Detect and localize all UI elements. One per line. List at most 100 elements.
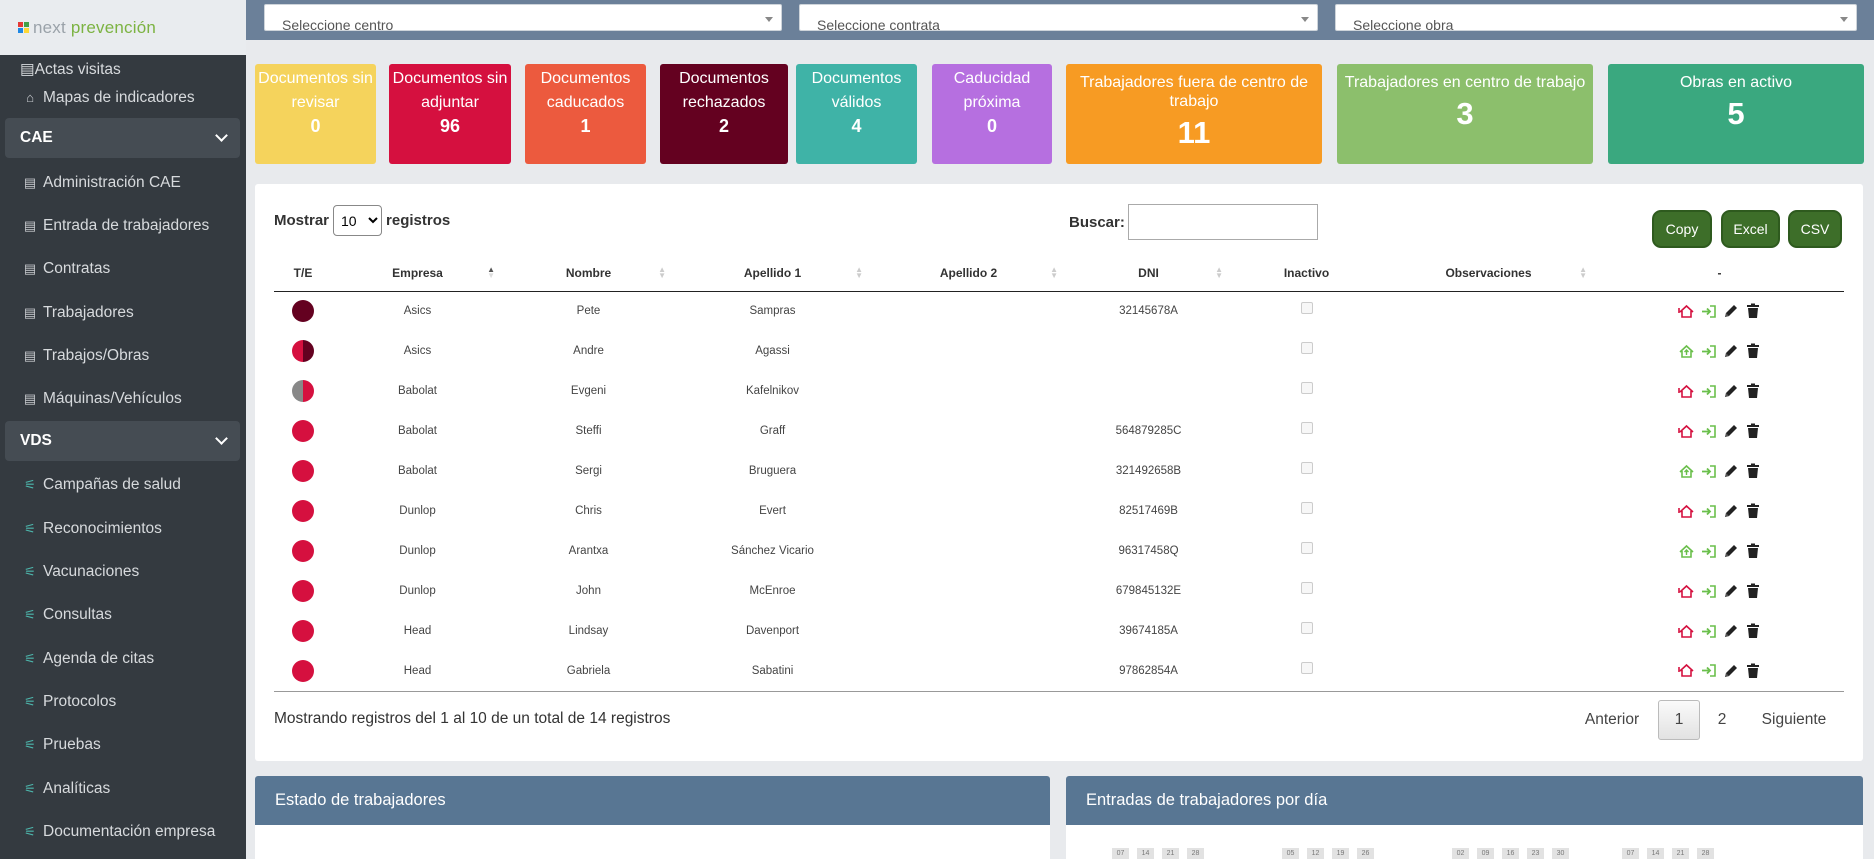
enter-icon[interactable] bbox=[1700, 423, 1717, 440]
edit-pencil-icon[interactable] bbox=[1722, 463, 1739, 480]
home-out-icon[interactable] bbox=[1678, 423, 1695, 440]
edit-pencil-icon[interactable] bbox=[1722, 662, 1739, 679]
pagination-page-2[interactable]: 2 bbox=[1704, 700, 1740, 740]
obra-select[interactable]: Seleccione obra bbox=[1335, 4, 1857, 32]
home-out-icon[interactable] bbox=[1678, 623, 1695, 640]
sidebar-section-cae[interactable]: CAE bbox=[5, 118, 240, 158]
home-in-icon[interactable] bbox=[1678, 343, 1695, 360]
trash-icon[interactable] bbox=[1744, 343, 1761, 360]
pagination-page-1[interactable]: 1 bbox=[1658, 700, 1700, 740]
stat-card-trabajadores-fuera-de-centro-de-trabajo[interactable]: Trabajadores fuera de centro de trabajo 1… bbox=[1066, 64, 1322, 164]
inactivo-checkbox[interactable] bbox=[1300, 302, 1313, 315]
table-row[interactable]: Asics Pete Sampras 32145678A bbox=[274, 291, 1844, 331]
column-header-t-e[interactable]: T/E bbox=[274, 256, 332, 292]
stat-card-trabajadores-en-centro-de-trabajo[interactable]: Trabajadores en centro de trabajo 3 bbox=[1337, 64, 1593, 164]
enter-icon[interactable] bbox=[1700, 463, 1717, 480]
home-out-icon[interactable] bbox=[1678, 383, 1695, 400]
inactivo-checkbox[interactable] bbox=[1300, 342, 1313, 354]
edit-pencil-icon[interactable] bbox=[1722, 543, 1739, 560]
inactivo-checkbox[interactable] bbox=[1300, 382, 1313, 394]
home-out-icon[interactable] bbox=[1678, 503, 1695, 520]
contrata-select[interactable]: Seleccione contrata bbox=[799, 4, 1318, 32]
enter-icon[interactable] bbox=[1700, 583, 1717, 600]
sidebar-item-protocolos[interactable]: ⚟ Protocolos bbox=[0, 680, 246, 723]
enter-icon[interactable] bbox=[1700, 543, 1717, 560]
trash-icon[interactable] bbox=[1744, 583, 1761, 600]
table-row[interactable]: Dunlop Arantxa Sánchez Vicario 96317458Q bbox=[274, 531, 1844, 571]
table-row[interactable]: Babolat Steffi Graff 564879285C bbox=[274, 411, 1844, 451]
edit-pencil-icon[interactable] bbox=[1722, 303, 1739, 320]
inactivo-checkbox[interactable] bbox=[1300, 582, 1313, 594]
inactivo-checkbox[interactable] bbox=[1300, 622, 1313, 634]
inactivo-checkbox[interactable] bbox=[1300, 661, 1313, 674]
home-out-icon[interactable] bbox=[1678, 662, 1695, 679]
sidebar-item-actas-visitas[interactable]: ▤ Actas visitas bbox=[0, 55, 246, 77]
pagination-prev[interactable]: Anterior bbox=[1571, 700, 1653, 740]
sidebar-item-trabajos-obras[interactable]: ▤ Trabajos/Obras bbox=[0, 334, 246, 377]
inactivo-checkbox[interactable] bbox=[1300, 422, 1313, 434]
sidebar-item-entrada-de-trabajadores[interactable]: ▤ Entrada de trabajadores bbox=[0, 204, 246, 247]
excel-button[interactable]: Excel bbox=[1721, 210, 1780, 248]
enter-icon[interactable] bbox=[1700, 503, 1717, 520]
column-header-inactivo[interactable]: Inactivo bbox=[1231, 256, 1382, 292]
stat-card-documentos-v-lidos[interactable]: Documentos válidos 4 bbox=[796, 64, 917, 164]
column-header-dni[interactable]: DNI ▲ ▼ bbox=[1066, 256, 1231, 292]
table-row[interactable]: Dunlop John McEnroe 679845132E bbox=[274, 571, 1844, 611]
csv-button[interactable]: CSV bbox=[1788, 210, 1842, 248]
inactivo-checkbox[interactable] bbox=[1300, 502, 1313, 514]
stat-card-obras-en-activo[interactable]: Obras en activo 5 bbox=[1608, 64, 1864, 164]
trash-icon[interactable] bbox=[1744, 423, 1761, 440]
table-row[interactable]: Asics Andre Agassi bbox=[274, 331, 1844, 371]
sidebar-item-campa-as-de-salud[interactable]: ⚟ Campañas de salud bbox=[0, 464, 246, 507]
copy-button[interactable]: Copy bbox=[1652, 210, 1712, 248]
sidebar-item-mapas[interactable]: ⌂ Mapas de indicadores bbox=[0, 77, 246, 118]
table-row[interactable]: Babolat Evgeni Kafelnikov bbox=[274, 371, 1844, 411]
stat-card-documentos-sin-adjuntar[interactable]: Documentos sin adjuntar 96 bbox=[389, 64, 511, 164]
trash-icon[interactable] bbox=[1744, 662, 1761, 679]
home-in-icon[interactable] bbox=[1678, 463, 1695, 480]
stat-card-documentos-caducados[interactable]: Documentos caducados 1 bbox=[525, 64, 646, 164]
column-header-apellido-1[interactable]: Apellido 1 ▲ ▼ bbox=[674, 256, 871, 292]
trash-icon[interactable] bbox=[1744, 503, 1761, 520]
trash-icon[interactable] bbox=[1744, 543, 1761, 560]
sidebar-item-contratas[interactable]: ▤ Contratas bbox=[0, 248, 246, 291]
sidebar-section-vds[interactable]: VDS bbox=[5, 420, 240, 461]
table-row[interactable]: Head Lindsay Davenport 39674185A bbox=[274, 611, 1844, 651]
home-out-icon[interactable] bbox=[1678, 303, 1695, 320]
trash-icon[interactable] bbox=[1744, 463, 1761, 480]
sidebar-item-consultas[interactable]: ⚟ Consultas bbox=[0, 594, 246, 637]
centro-select[interactable]: Seleccione centro bbox=[264, 4, 782, 32]
trash-icon[interactable] bbox=[1744, 383, 1761, 400]
sidebar-item-administraci-n-cae[interactable]: ▤ Administración CAE bbox=[0, 161, 246, 204]
sidebar-item-reconocimientos[interactable]: ⚟ Reconocimientos bbox=[0, 507, 246, 550]
page-length-select[interactable]: 10 bbox=[333, 205, 383, 236]
pagination-next[interactable]: Siguiente bbox=[1752, 700, 1836, 740]
edit-pencil-icon[interactable] bbox=[1722, 383, 1739, 400]
sidebar-item-pruebas[interactable]: ⚟ Pruebas bbox=[0, 724, 246, 767]
column-header-nombre[interactable]: Nombre ▲ ▼ bbox=[503, 256, 674, 292]
sidebar-item-trabajadores[interactable]: ▤ Trabajadores bbox=[0, 291, 246, 334]
edit-pencil-icon[interactable] bbox=[1722, 623, 1739, 640]
sidebar-item-vacunaciones[interactable]: ⚟ Vacunaciones bbox=[0, 550, 246, 593]
table-row[interactable]: Babolat Sergi Bruguera 321492658B bbox=[274, 451, 1844, 491]
table-row[interactable]: Head Gabriela Sabatini 97862854A bbox=[274, 651, 1844, 692]
edit-pencil-icon[interactable] bbox=[1722, 343, 1739, 360]
stat-card-documentos-rechazados[interactable]: Documentos rechazados 2 bbox=[660, 64, 788, 164]
inactivo-checkbox[interactable] bbox=[1300, 542, 1313, 554]
column-header-empresa[interactable]: Empresa ▲ ▼ bbox=[332, 256, 503, 292]
enter-icon[interactable] bbox=[1700, 343, 1717, 360]
sidebar-item-anal-ticas[interactable]: ⚟ Analíticas bbox=[0, 767, 246, 810]
stat-card-documentos-sin-revisar[interactable]: Documentos sin revisar 0 bbox=[255, 64, 376, 164]
sidebar-item-m-quinas-veh-culos[interactable]: ▤ Máquinas/Vehículos bbox=[0, 377, 246, 420]
inactivo-checkbox[interactable] bbox=[1300, 462, 1313, 474]
home-out-icon[interactable] bbox=[1678, 583, 1695, 600]
edit-pencil-icon[interactable] bbox=[1722, 583, 1739, 600]
enter-icon[interactable] bbox=[1700, 623, 1717, 640]
enter-icon[interactable] bbox=[1700, 303, 1717, 320]
logo[interactable]: next prevención bbox=[0, 0, 246, 55]
column-header-actions[interactable]: - bbox=[1595, 256, 1844, 292]
trash-icon[interactable] bbox=[1744, 623, 1761, 640]
edit-pencil-icon[interactable] bbox=[1722, 503, 1739, 520]
stat-card-caducidad-pr-xima[interactable]: Caducidad próxima 0 bbox=[932, 64, 1052, 164]
search-input[interactable] bbox=[1127, 204, 1318, 240]
